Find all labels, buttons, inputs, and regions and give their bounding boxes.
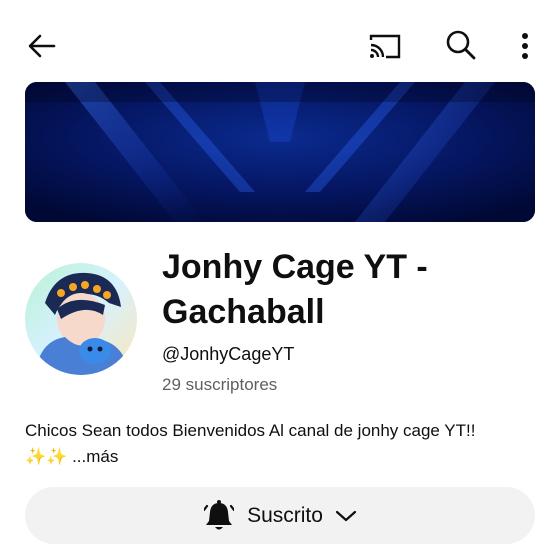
channel-avatar[interactable]: [25, 263, 137, 375]
chevron-down-icon: [335, 505, 357, 527]
channel-title: Jonhy Cage YT - Gachaball: [162, 248, 428, 331]
back-arrow-icon: [28, 34, 56, 58]
cast-icon: [369, 34, 401, 59]
back-button[interactable]: [22, 26, 62, 66]
description-emoji: ✨✨: [25, 447, 68, 466]
channel-description[interactable]: Chicos Sean todos Bienvenidos Al canal d…: [25, 418, 545, 470]
more-options-button[interactable]: [510, 26, 540, 66]
bell-icon: [203, 499, 235, 533]
subscribed-label: Suscrito: [247, 503, 323, 527]
channel-handle: @JonhyCageYT: [162, 344, 295, 364]
subscribed-button[interactable]: Suscrito: [25, 487, 535, 544]
more-vert-icon: [522, 33, 528, 59]
avatar-image: [25, 263, 137, 375]
channel-banner: [25, 82, 535, 222]
subscriber-count: 29 suscriptores: [162, 375, 278, 394]
search-button[interactable]: [440, 24, 482, 66]
top-app-bar: [0, 0, 560, 90]
more-link[interactable]: ...más: [72, 447, 118, 466]
cast-button[interactable]: [364, 26, 406, 66]
search-icon: [446, 30, 476, 60]
description-text: Chicos Sean todos Bienvenidos Al canal d…: [25, 421, 476, 440]
banner-art: [25, 82, 535, 222]
